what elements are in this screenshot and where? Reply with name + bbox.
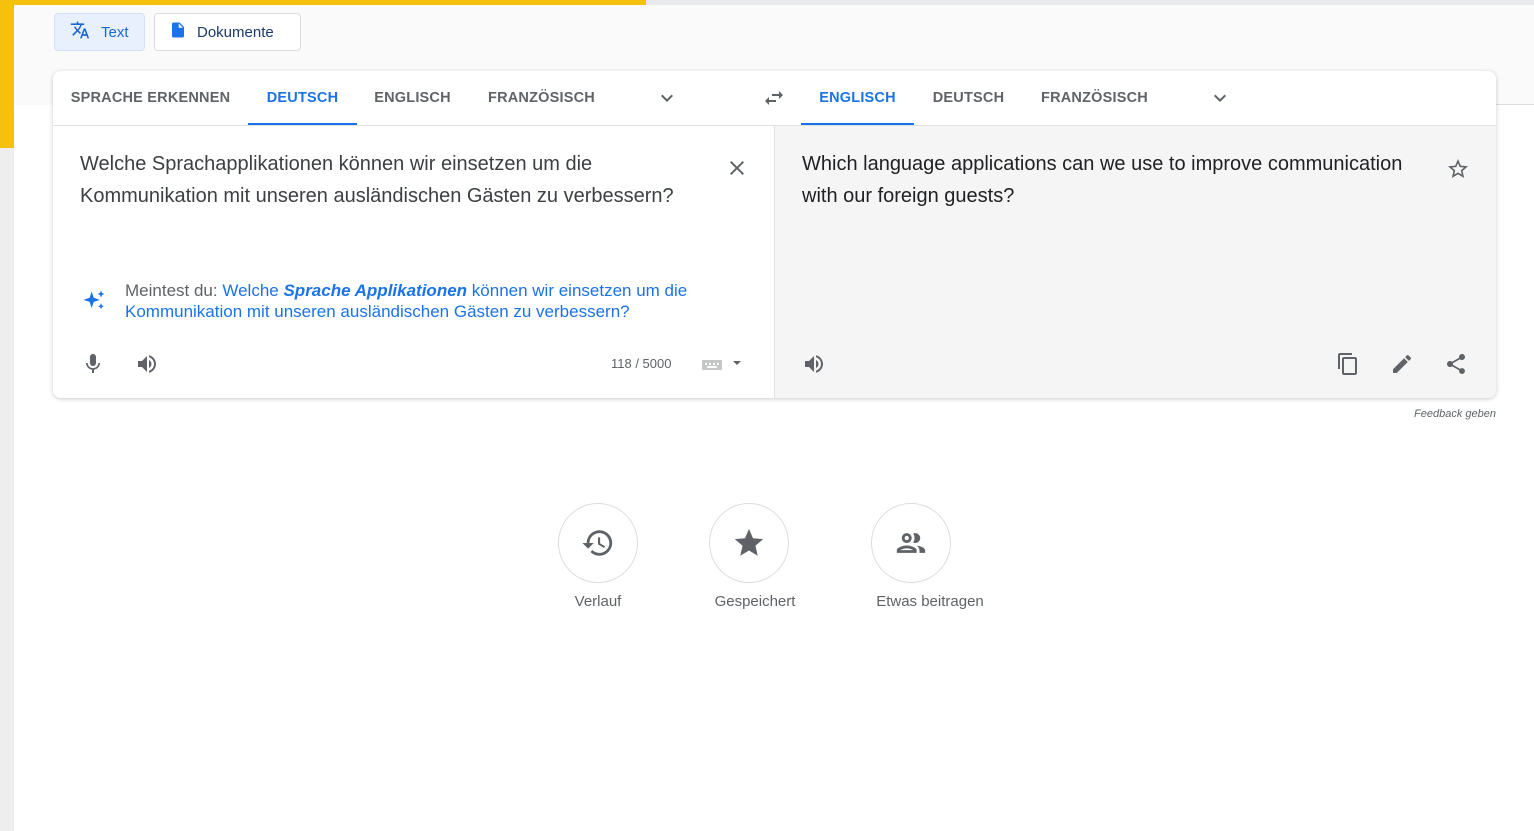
target-more-languages-button[interactable]: [1200, 84, 1240, 112]
copy-icon: [1338, 353, 1357, 375]
contribute-label: Etwas beitragen: [876, 593, 984, 610]
did-you-mean-suggestion[interactable]: Meintest du: Welche Sprache Applikatione…: [125, 280, 745, 322]
input-tools-button[interactable]: [697, 352, 747, 378]
target-pane: Which language applications can we use t…: [774, 126, 1496, 398]
swap-languages-button[interactable]: [753, 84, 795, 112]
source-textarea[interactable]: Welche Sprachapplikationen können wir ei…: [80, 148, 700, 212]
sparkle-icon: [77, 284, 111, 318]
tab-target-englisch[interactable]: ENGLISCH: [801, 71, 914, 125]
yellow-accent-bar: [0, 0, 646, 5]
dropdown-arrow-icon: [733, 361, 741, 365]
language-tab-row: SPRACHE ERKENNEN DEUTSCH ENGLISCH FRANZÖ…: [53, 71, 1496, 126]
translation-card: SPRACHE ERKENNEN DEUTSCH ENGLISCH FRANZÖ…: [53, 71, 1496, 398]
translate-icon: [69, 20, 91, 44]
share-icon: [1447, 354, 1465, 374]
tab-source-deutsch[interactable]: DEUTSCH: [248, 71, 357, 125]
save-translation-button[interactable]: [1441, 152, 1475, 186]
gray-side-accent: [0, 148, 14, 831]
speaker-icon: [805, 355, 823, 373]
chevron-down-icon: [1214, 94, 1226, 102]
text-mode-button[interactable]: Text: [54, 13, 145, 51]
history-label: Verlauf: [574, 593, 622, 610]
tab-target-franzoesisch[interactable]: FRANZÖSISCH: [1023, 71, 1166, 125]
mic-icon: [86, 354, 100, 373]
tab-source-englisch[interactable]: ENGLISCH: [357, 71, 468, 125]
swap-icon: [765, 91, 783, 105]
tab-detect-language[interactable]: SPRACHE ERKENNEN: [53, 71, 248, 125]
microphone-button[interactable]: [75, 346, 111, 382]
edit-translation-button[interactable]: [1382, 346, 1422, 382]
history-icon: [582, 530, 613, 556]
suggestion-emphasis: Sprache Applikationen: [283, 281, 468, 300]
divider-line: [1496, 104, 1534, 105]
source-listen-button[interactable]: [129, 346, 165, 382]
close-icon: [730, 161, 744, 175]
documents-mode-label: Dokumente: [197, 23, 274, 41]
text-mode-label: Text: [101, 23, 129, 41]
character-count: 118 / 5000: [611, 356, 672, 371]
copy-translation-button[interactable]: [1328, 346, 1368, 382]
edit-icon: [1393, 354, 1412, 373]
gray-accent-bar: [646, 0, 1534, 5]
document-icon: [169, 20, 187, 44]
history-button[interactable]: [558, 503, 638, 583]
star-outline-icon: [1448, 159, 1468, 178]
chevron-down-icon: [661, 94, 673, 102]
suggestion-pre: Welche: [222, 281, 279, 300]
saved-button[interactable]: [709, 503, 789, 583]
documents-mode-button[interactable]: Dokumente: [154, 13, 301, 51]
speaker-icon: [138, 355, 156, 373]
feedback-link[interactable]: Feedback geben: [1414, 408, 1496, 420]
tab-source-franzoesisch[interactable]: FRANZÖSISCH: [468, 71, 615, 125]
target-listen-button[interactable]: [796, 346, 832, 382]
people-icon: [896, 533, 926, 553]
did-you-mean-label: Meintest du:: [125, 281, 218, 300]
yellow-side-accent: [0, 0, 14, 148]
translation-output: Which language applications can we use t…: [802, 153, 1403, 207]
source-pane: Welche Sprachapplikationen können wir ei…: [53, 126, 773, 398]
keyboard-icon: [702, 360, 722, 370]
tab-target-deutsch[interactable]: DEUTSCH: [914, 71, 1023, 125]
clear-source-button[interactable]: [721, 152, 753, 184]
star-icon: [734, 528, 764, 556]
contribute-button[interactable]: [871, 503, 951, 583]
share-translation-button[interactable]: [1436, 346, 1476, 382]
saved-label: Gespeichert: [714, 593, 796, 610]
source-more-languages-button[interactable]: [647, 84, 687, 112]
